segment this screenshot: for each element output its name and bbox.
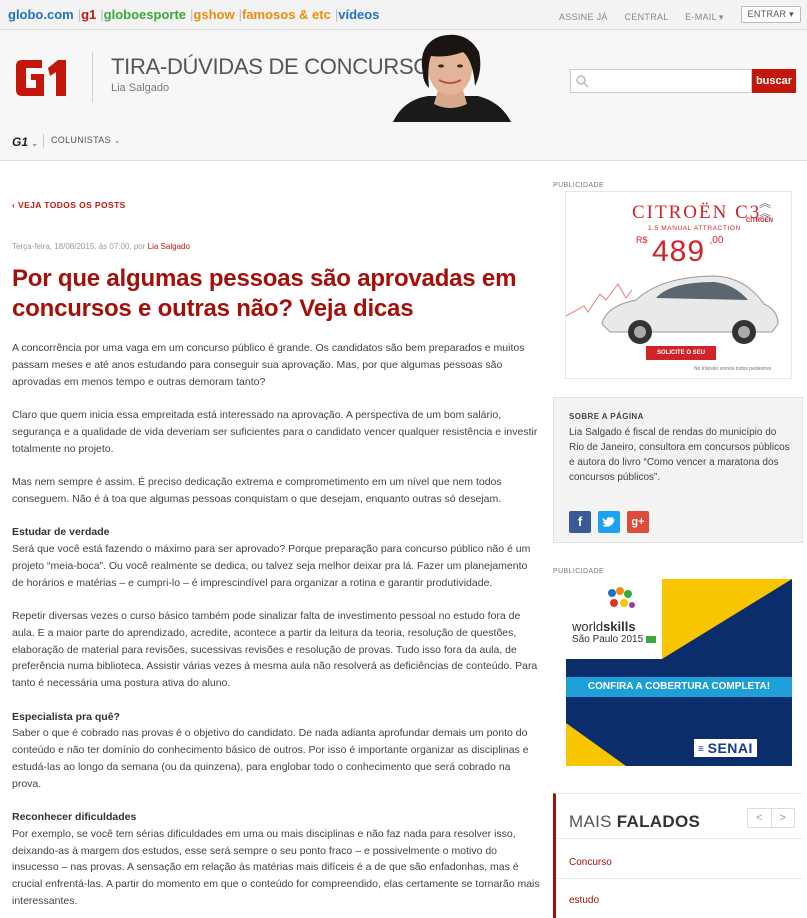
twitter-share-icon[interactable]: [598, 511, 620, 533]
advertising-label: PUBLICIDADE: [553, 568, 605, 575]
ad-cta-button[interactable]: SOLICITE O SEU: [646, 346, 716, 360]
section-heading: Estudar de verdade: [12, 526, 110, 539]
ad-worldskills-city: São Paulo 2015: [572, 634, 644, 645]
section-nav: G1 ⌄ COLUNISTAS ⌄: [0, 122, 807, 161]
mais-falados-widget: MAIS FALADOS < > Concurso estudo: [553, 793, 803, 918]
chevron-right-icon[interactable]: >: [772, 809, 795, 827]
about-page-box: SOBRE A PÁGINA Lia Salgado é fiscal de r…: [553, 397, 803, 543]
senai-logo: ≡ SENAI: [694, 739, 757, 757]
post-author-link[interactable]: Lia Salgado: [148, 242, 190, 251]
topbar-account-links: ASSINE JÁ CENTRAL E-MAIL ▾ ENTRAR ▾: [545, 6, 801, 26]
topbar-link-g1[interactable]: g1: [81, 7, 96, 22]
search-input[interactable]: [570, 69, 752, 93]
chevron-left-icon[interactable]: <: [748, 809, 772, 827]
nav-colunistas-menu[interactable]: COLUNISTAS ⌄: [51, 135, 121, 145]
nav-colunistas-label: COLUNISTAS: [51, 135, 111, 145]
g1-logo[interactable]: [12, 56, 74, 100]
divider: [556, 878, 803, 879]
citroen-logo-icon: ︽ ︽: [758, 196, 771, 220]
topbar-link-globo[interactable]: globo.com: [8, 7, 74, 22]
car-image: [566, 275, 779, 344]
paragraph: Será que você está fazendo o máximo para…: [12, 542, 531, 589]
section-heading: Reconhecer dificuldades: [12, 811, 137, 824]
blog-header: TIRA-DÚVIDAS DE CONCURSOS Lia Salgado bu…: [0, 30, 807, 122]
divider: [556, 838, 803, 839]
topbar-link-globoesporte[interactable]: globoesporte: [104, 7, 186, 22]
nav-g1-menu[interactable]: G1 ⌄: [12, 135, 38, 149]
googleplus-share-icon[interactable]: g+: [627, 511, 649, 533]
blog-author: Lia Salgado: [111, 82, 170, 94]
ad-logo-text: CITROËN: [746, 218, 773, 224]
worldskills-logo-icon: [608, 587, 635, 608]
central-link[interactable]: CENTRAL: [625, 12, 669, 22]
mais-title-a: MAIS: [569, 812, 612, 831]
ad-footer-note: No trânsito somos todos pedestres: [694, 366, 772, 372]
back-to-posts-label: VEJA TODOS OS POSTS: [18, 200, 126, 210]
mais-falados-title: MAIS FALADOS: [569, 812, 700, 832]
citroen-ad-banner[interactable]: CITROËN C3 1.5 MANUAL ATTRACTION R$ 489 …: [565, 191, 792, 379]
ad-world-text: world: [572, 619, 604, 634]
mais-falados-pager: < >: [747, 808, 795, 828]
brazil-flag-icon: [645, 635, 656, 643]
ad-subline: 1.5 MANUAL ATTRACTION: [648, 225, 741, 232]
facebook-share-icon[interactable]: f: [569, 511, 591, 533]
paragraph: Por exemplo, se você tem sérias dificuld…: [12, 827, 540, 908]
chevron-down-icon: ▾: [718, 12, 724, 22]
chevron-down-icon: ⌄: [113, 136, 121, 145]
nav-g1-label: G1: [12, 135, 29, 149]
ad-worldskills-title: worldskills: [572, 619, 636, 634]
senai-logo-text: SENAI: [707, 740, 753, 756]
ad-cta-strip[interactable]: CONFIRA A COBERTURA COMPLETA!: [566, 677, 792, 697]
topbar-link-famosos[interactable]: famosos & etc: [242, 7, 331, 22]
paragraph: Claro que quem inicia essa empreitada es…: [12, 408, 538, 455]
post-headline: Por que algumas pessoas são aprovadas em…: [12, 265, 517, 322]
header-divider: [92, 52, 93, 102]
search-button[interactable]: buscar: [752, 69, 796, 93]
email-link[interactable]: E-MAIL ▾: [685, 12, 724, 22]
email-link-label: E-MAIL: [685, 12, 717, 22]
mais-falados-item[interactable]: estudo: [569, 895, 599, 906]
mais-falados-item[interactable]: Concurso: [569, 857, 612, 868]
ad-skills-text: skills: [603, 619, 636, 634]
entrar-button[interactable]: ENTRAR ▾: [740, 6, 801, 23]
ad-brand: CITROËN C3: [632, 202, 762, 223]
topbar-links: globo.com |g1 |globoesporte |gshow |famosos …: [8, 7, 379, 22]
search-icon: [576, 75, 589, 88]
section-heading: Especialista pra quê?: [12, 710, 120, 723]
twitter-bird-icon: [602, 516, 616, 527]
ad-currency: R$: [636, 235, 648, 245]
globo-topbar: globo.com |g1 |globoesporte |gshow |famosos …: [0, 0, 807, 30]
ad-price-cents: ,00: [709, 235, 724, 246]
about-title: SOBRE A PÁGINA: [569, 412, 644, 421]
author-photo: [393, 34, 511, 122]
advertising-label: PUBLICIDADE: [553, 182, 605, 189]
paragraph: Saber o que é cobrado nas provas é o obj…: [12, 727, 529, 790]
ad-cta-label: SOLICITE O SEU: [656, 350, 705, 356]
ad-worldskills-sub: São Paulo 2015: [572, 634, 656, 645]
senai-bars-icon: ≡: [698, 744, 708, 755]
ad-diagonal-yellow-bottom: [566, 723, 626, 766]
back-to-posts-link[interactable]: ‹ VEJA TODOS OS POSTS: [12, 200, 126, 210]
paragraph: Mas nem sempre é assim. É preciso dedica…: [12, 475, 502, 505]
post-meta: Terça-feira, 18/08/2015, às 07:00, por L…: [12, 242, 190, 251]
nav-separator: [43, 134, 44, 148]
about-text: Lia Salgado é fiscal de rendas do municí…: [569, 427, 790, 483]
chevron-down-icon: ⌄: [31, 139, 38, 148]
assine-link[interactable]: ASSINE JÁ: [559, 12, 608, 22]
entrar-label: ENTRAR: [747, 9, 787, 19]
paragraph: A concorrência por uma vaga em um concur…: [12, 342, 525, 388]
paragraph: Repetir diversas vezes o curso básico ta…: [12, 609, 538, 690]
ad-diagonal-yellow: [662, 579, 792, 659]
post-body: A concorrência por uma vaga em um concur…: [12, 340, 540, 918]
ad2-cta-label: CONFIRA A COBERTURA COMPLETA!: [587, 681, 771, 692]
topbar-link-videos[interactable]: vídeos: [338, 7, 379, 22]
worldskills-ad-banner[interactable]: worldskills São Paulo 2015 CONFIRA A COB…: [566, 579, 792, 766]
topbar-link-gshow[interactable]: gshow: [193, 7, 234, 22]
mais-title-b: FALADOS: [616, 812, 701, 831]
chevron-down-icon: ▾: [789, 9, 794, 19]
post-date: Terça-feira, 18/08/2015, às 07:00, por: [12, 242, 146, 251]
